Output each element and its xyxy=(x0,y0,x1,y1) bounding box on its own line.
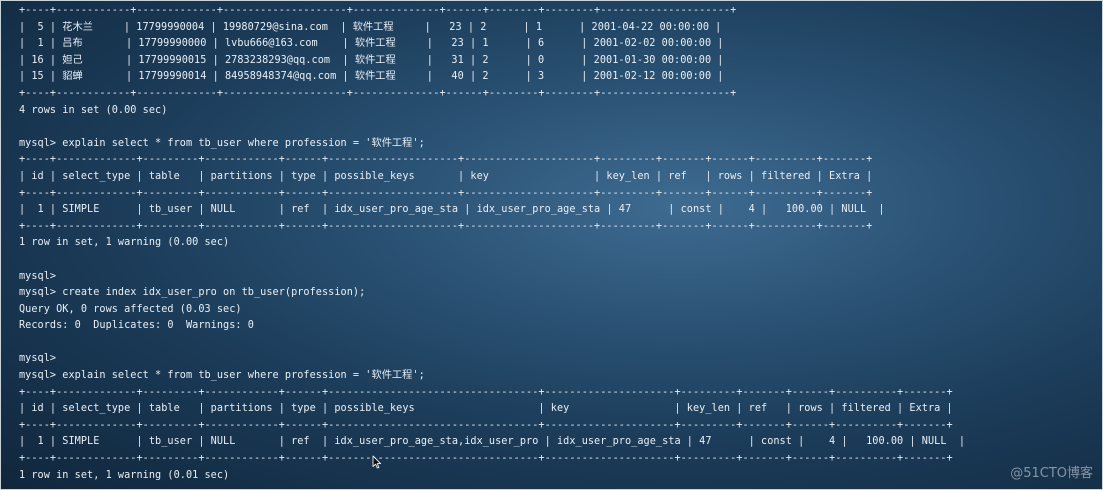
terminal-line: | 1 | SIMPLE | tb_user | NULL | ref | id… xyxy=(19,204,885,216)
terminal-line: +----+-------------+---------+----------… xyxy=(19,386,953,398)
terminal-line: +----+-------------+---------+----------… xyxy=(19,220,873,232)
terminal-line: mysql> explain select * from tb_user whe… xyxy=(19,370,425,382)
mouse-pointer-icon xyxy=(372,455,382,469)
terminal-line: 1 row in set, 1 warning (0.01 sec) xyxy=(19,469,230,481)
terminal-line: +----+-------------+---------+----------… xyxy=(19,453,953,465)
terminal-line: mysql> explain select * from tb_user whe… xyxy=(19,137,425,149)
terminal-line: +----+-------------+---------+----------… xyxy=(19,154,873,166)
terminal-line: | 15 | 貂蝉 | 17799990014 | 84958948374@qq… xyxy=(19,71,724,83)
terminal-line: | 16 | 妲己 | 17799990015 | 2783238293@qq.… xyxy=(19,54,724,66)
terminal-line: mysql> xyxy=(19,353,57,365)
terminal-line: mysql> create index idx_user_pro on tb_u… xyxy=(19,287,366,299)
terminal-line: Records: 0 Duplicates: 0 Warnings: 0 xyxy=(19,320,254,332)
terminal-line: mysql> xyxy=(19,270,57,282)
terminal-line: +----+-------------+---------+----------… xyxy=(19,187,873,199)
watermark: @51CTO博客 xyxy=(1010,466,1093,481)
terminal-line: | id | select_type | table | partitions … xyxy=(19,403,953,415)
terminal-line: +----+------------+-------------+-------… xyxy=(19,87,737,99)
terminal-line: +----+-------------+---------+----------… xyxy=(19,419,953,431)
terminal-line: | 5 | 花木兰 | 17799990004 | 19980729@sina.… xyxy=(19,21,722,33)
terminal-line: 4 rows in set (0.00 sec) xyxy=(19,104,168,116)
terminal-line: | 1 | 吕布 | 17799990000 | lvbu666@163.com… xyxy=(19,38,724,50)
terminal-output[interactable]: +----+------------+-------------+-------… xyxy=(19,3,965,484)
terminal-line: +----+------------+-------------+-------… xyxy=(19,5,737,16)
terminal-line: | 1 | SIMPLE | tb_user | NULL | ref | id… xyxy=(19,436,966,448)
terminal-line: | id | select_type | table | partitions … xyxy=(19,170,873,182)
terminal-line: Query OK, 0 rows affected (0.03 sec) xyxy=(19,303,242,315)
terminal-line: 1 row in set, 1 warning (0.00 sec) xyxy=(19,237,230,249)
